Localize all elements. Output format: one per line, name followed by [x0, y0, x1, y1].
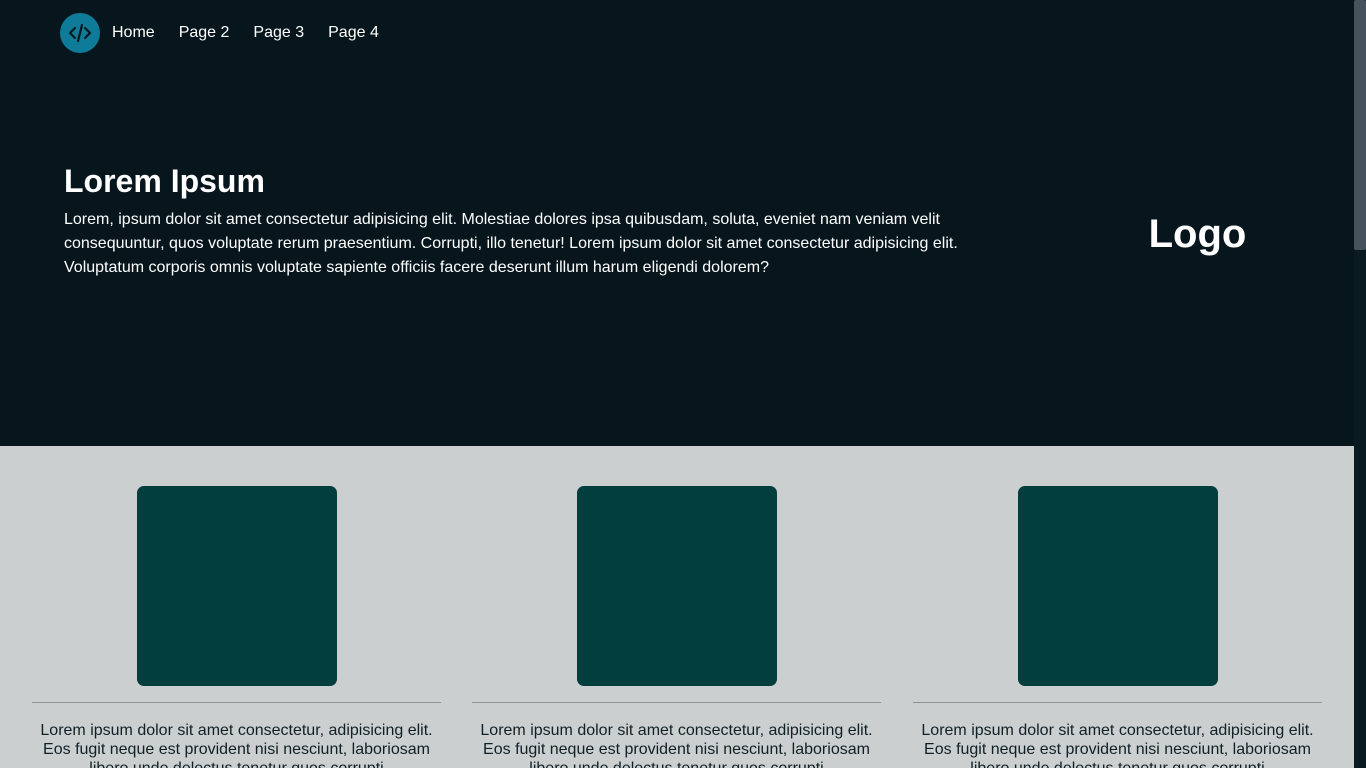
top-nav: Home Page 2 Page 3 Page 4	[60, 13, 403, 53]
card-text: Lorem ipsum dolor sit amet consectetur, …	[921, 722, 1314, 768]
vertical-scrollbar[interactable]	[1354, 0, 1366, 768]
code-icon[interactable]	[60, 13, 100, 53]
scrollbar-thumb[interactable]	[1354, 0, 1366, 250]
code-icon-glyph	[68, 23, 92, 43]
hero-logo-text: Logo	[1148, 212, 1247, 256]
hero-section: Home Page 2 Page 3 Page 4 Lorem Ipsum Lo…	[0, 0, 1354, 446]
card-divider	[472, 702, 881, 703]
nav-link-page-4[interactable]: Page 4	[328, 24, 379, 42]
card-image	[576, 486, 777, 686]
nav-link-page-3[interactable]: Page 3	[253, 24, 304, 42]
hero-body: Lorem, ipsum dolor sit amet consectetur …	[64, 211, 958, 276]
hero-title: Lorem Ipsum	[64, 163, 265, 199]
card-text: Lorem ipsum dolor sit amet consectetur, …	[480, 722, 873, 768]
card-image	[136, 486, 337, 686]
nav-link-page-2[interactable]: Page 2	[179, 24, 230, 42]
card: Lorem ipsum dolor sit amet consectetur, …	[32, 486, 441, 768]
cards-section: Lorem ipsum dolor sit amet consectetur, …	[0, 446, 1354, 768]
nav-links: Home Page 2 Page 3 Page 4	[112, 24, 403, 42]
card-image	[1017, 486, 1218, 686]
hero-text: Lorem Ipsum Lorem, ipsum dolor sit amet …	[64, 162, 984, 280]
page: Home Page 2 Page 3 Page 4 Lorem Ipsum Lo…	[0, 0, 1366, 768]
card: Lorem ipsum dolor sit amet consectetur, …	[913, 486, 1322, 768]
card-divider	[913, 702, 1322, 703]
card-text: Lorem ipsum dolor sit amet consectetur, …	[40, 722, 433, 768]
card-divider	[32, 702, 441, 703]
card: Lorem ipsum dolor sit amet consectetur, …	[472, 486, 881, 768]
nav-link-home[interactable]: Home	[112, 24, 155, 42]
